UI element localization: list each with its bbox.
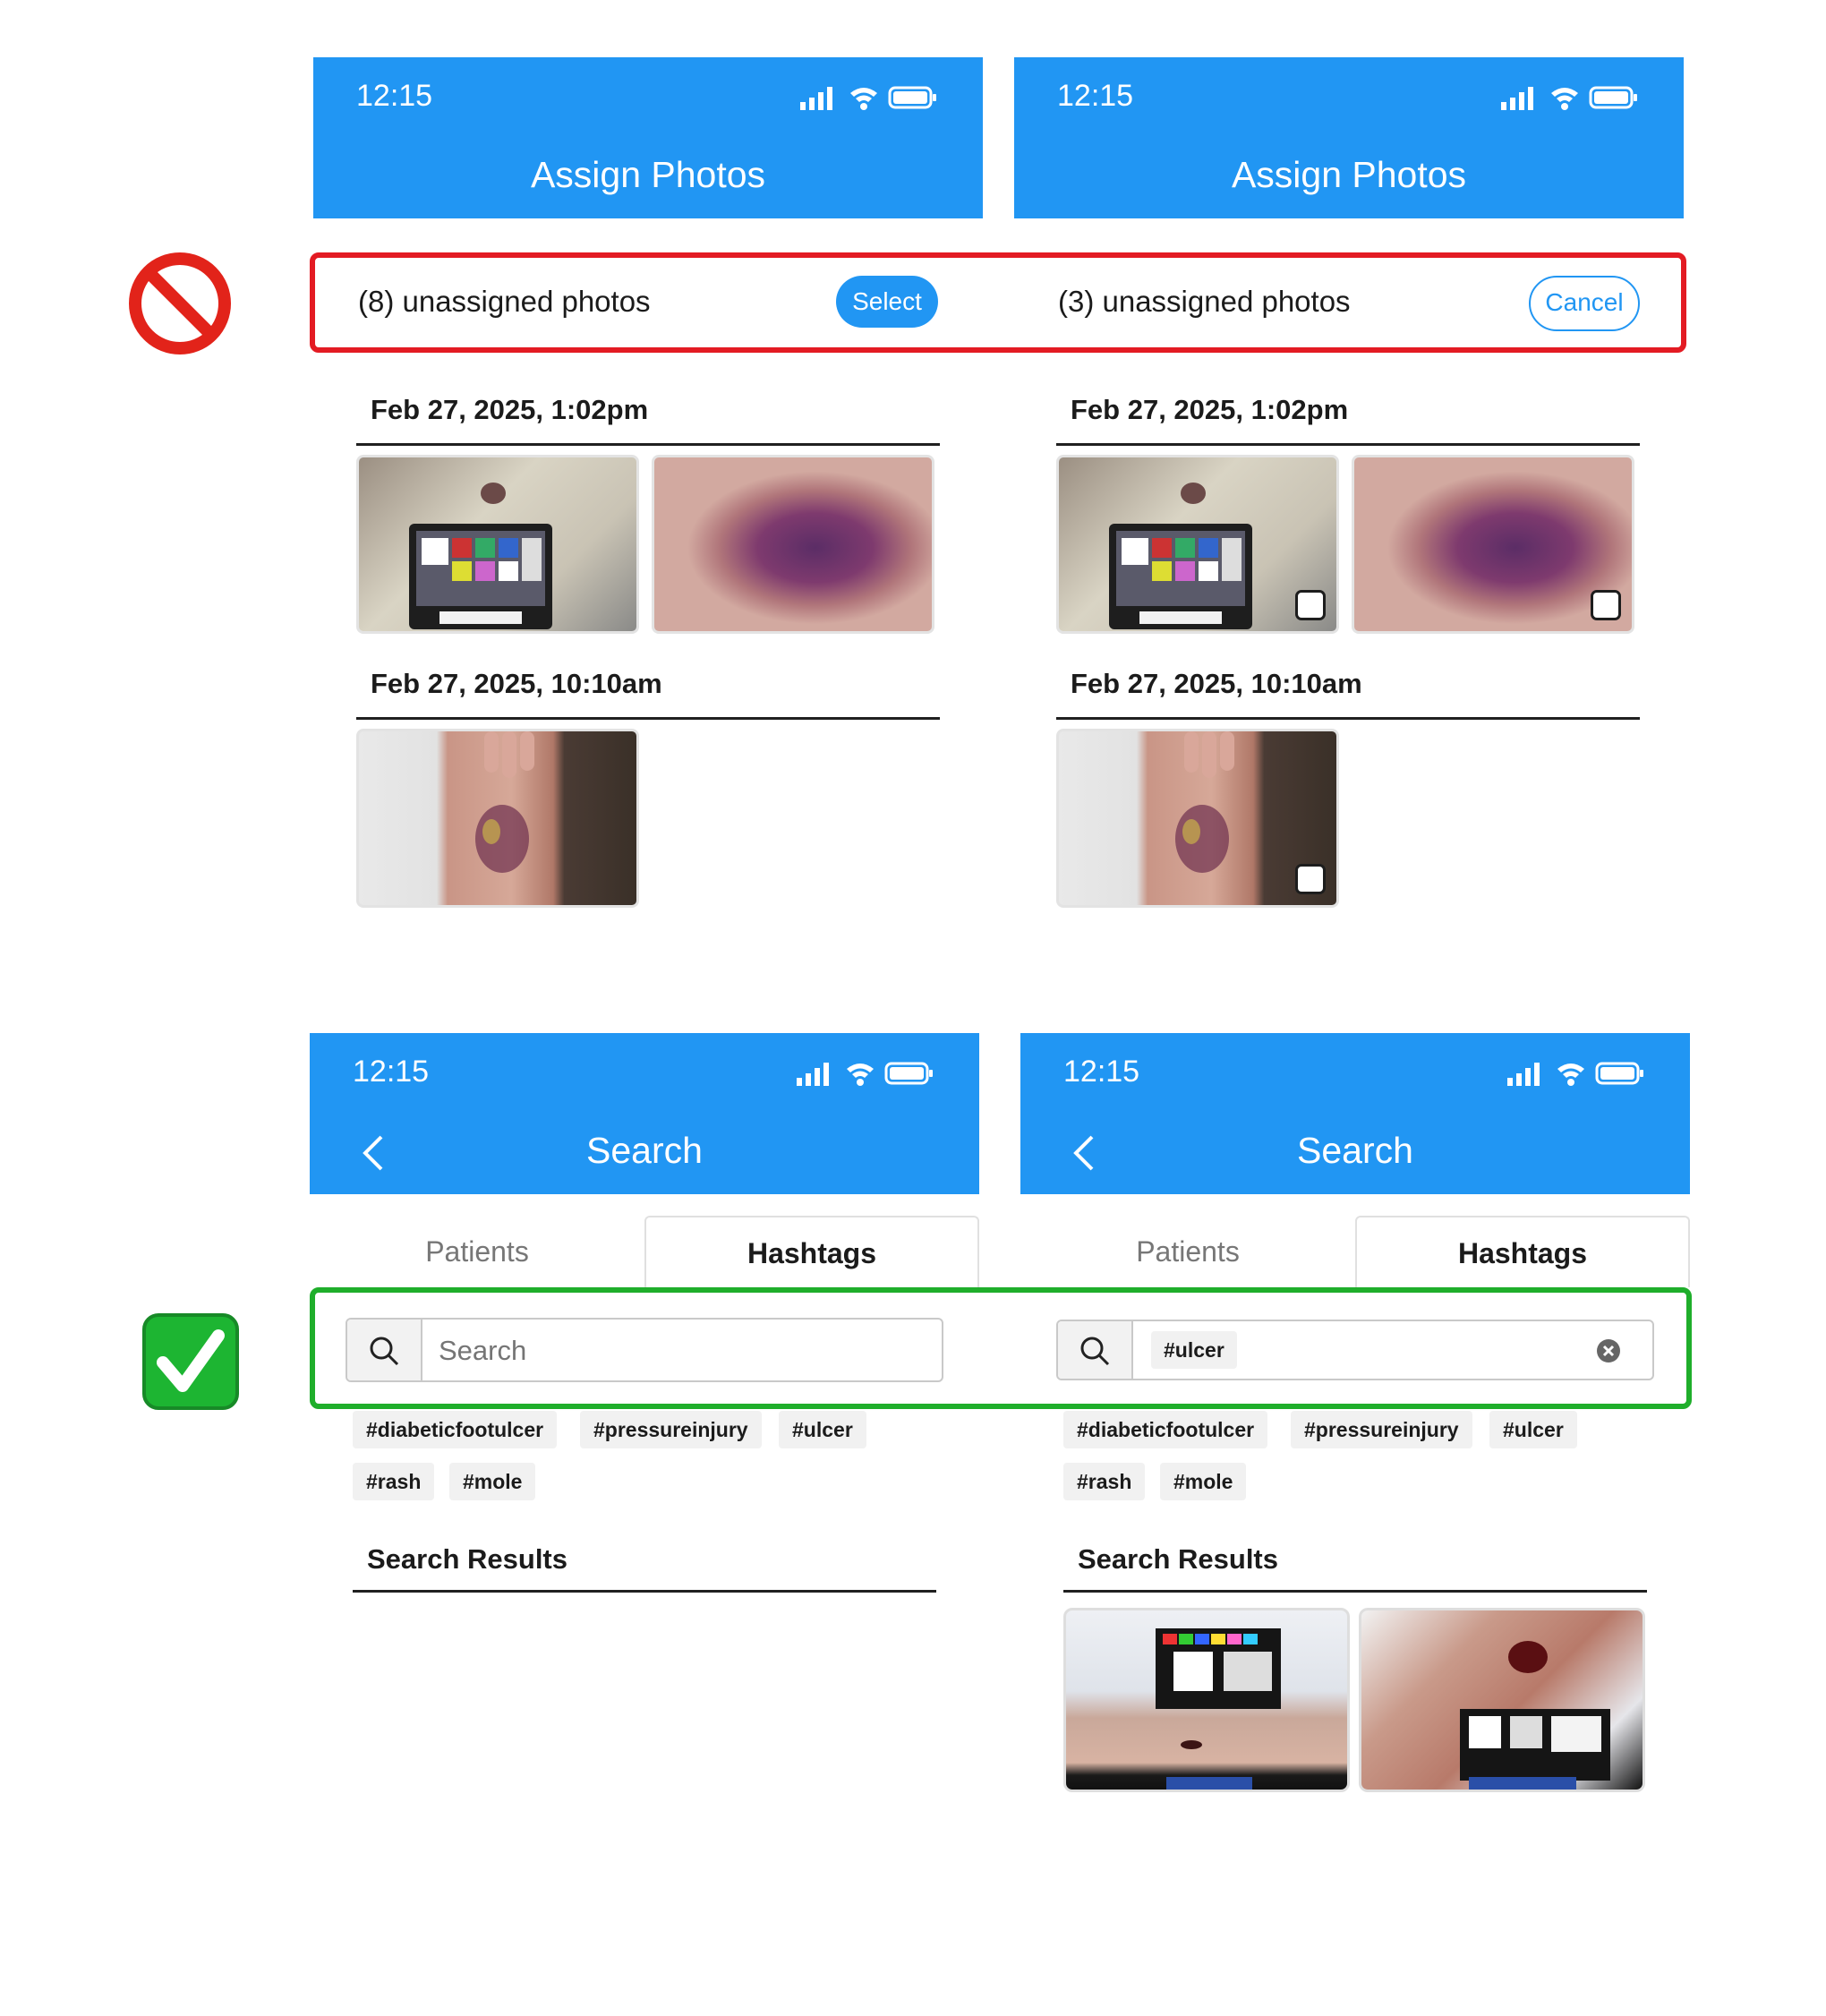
- screen-title: Search: [586, 1130, 703, 1171]
- assign-header-right: 12:15 Assign Photos: [1014, 57, 1684, 218]
- search-tabs: Patients Hashtags: [1020, 1216, 1690, 1287]
- wound-photo[interactable]: [356, 455, 639, 634]
- search-input[interactable]: [437, 1328, 924, 1373]
- hashtag-chip[interactable]: #diabeticfootulcer: [1063, 1411, 1268, 1448]
- hashtag-chip[interactable]: #mole: [449, 1463, 536, 1500]
- hashtag-chip[interactable]: #pressureinjury: [1291, 1411, 1472, 1448]
- wound-photo[interactable]: [652, 455, 934, 634]
- divider: [1063, 1590, 1647, 1593]
- search-tabs: Patients Hashtags: [310, 1216, 979, 1287]
- status-icons: [1507, 1060, 1647, 1087]
- screen-title: Search: [1297, 1130, 1413, 1171]
- hashtag-chip[interactable]: #rash: [1063, 1463, 1146, 1500]
- photo-group-date: Feb 27, 2025, 10:10am: [1071, 668, 1362, 699]
- clear-icon[interactable]: [1597, 1339, 1620, 1363]
- photo-checkbox[interactable]: [1295, 590, 1326, 620]
- unassigned-count: (3) unassigned photos: [1058, 285, 1351, 318]
- check-mark-button-icon: [141, 1312, 240, 1411]
- hashtag-chip[interactable]: #mole: [1160, 1463, 1247, 1500]
- divider: [1056, 443, 1640, 446]
- tab-patients[interactable]: Patients: [1020, 1216, 1355, 1287]
- search-results-heading: Search Results: [1078, 1543, 1278, 1575]
- unassigned-count: (8) unassigned photos: [358, 285, 651, 318]
- search-bar: #ulcer: [1056, 1320, 1654, 1380]
- hashtag-chip[interactable]: #rash: [353, 1463, 435, 1500]
- search-bar: [346, 1318, 943, 1382]
- tab-hashtags[interactable]: Hashtags: [644, 1216, 979, 1287]
- search-icon: [1058, 1321, 1133, 1379]
- hashtag-chip[interactable]: #pressureinjury: [580, 1411, 762, 1448]
- photo-checkbox[interactable]: [1591, 590, 1621, 620]
- search-results-heading: Search Results: [367, 1543, 567, 1575]
- search-result-photo[interactable]: [1063, 1608, 1350, 1792]
- divider: [356, 717, 940, 720]
- search-header-left: 12:15 Search: [310, 1033, 979, 1194]
- wound-photo[interactable]: [1056, 729, 1339, 908]
- tab-patients[interactable]: Patients: [310, 1216, 644, 1287]
- cancel-button[interactable]: Cancel: [1529, 276, 1640, 331]
- divider: [1056, 717, 1640, 720]
- search-token[interactable]: #ulcer: [1151, 1331, 1237, 1369]
- divider: [353, 1590, 936, 1593]
- status-time: 12:15: [356, 79, 433, 113]
- status-icons: [1501, 84, 1641, 111]
- hashtag-chip[interactable]: #ulcer: [1489, 1411, 1577, 1448]
- search-header-right: 12:15 Search: [1020, 1033, 1690, 1194]
- wound-photo[interactable]: [1352, 455, 1634, 634]
- select-button[interactable]: Select: [836, 276, 938, 328]
- photo-group-date: Feb 27, 2025, 10:10am: [371, 668, 662, 699]
- tab-hashtags[interactable]: Hashtags: [1355, 1216, 1690, 1287]
- screen-title: Assign Photos: [1231, 154, 1467, 195]
- status-icons: [800, 84, 940, 111]
- wound-photo[interactable]: [1056, 455, 1339, 634]
- search-result-photo[interactable]: [1359, 1608, 1645, 1792]
- search-icon: [347, 1320, 422, 1380]
- screen-title: Assign Photos: [530, 154, 766, 195]
- wound-photo[interactable]: [356, 729, 639, 908]
- hashtag-chip[interactable]: #ulcer: [779, 1411, 866, 1448]
- status-time: 12:15: [1057, 79, 1134, 113]
- hashtag-chip[interactable]: #diabeticfootulcer: [353, 1411, 558, 1448]
- status-icons: [797, 1060, 936, 1087]
- status-time: 12:15: [1063, 1055, 1140, 1089]
- divider: [356, 443, 940, 446]
- assign-header-left: 12:15 Assign Photos: [313, 57, 983, 218]
- prohibited-icon: [127, 251, 233, 356]
- photo-group-date: Feb 27, 2025, 1:02pm: [371, 394, 649, 425]
- photo-group-date: Feb 27, 2025, 1:02pm: [1071, 394, 1349, 425]
- status-time: 12:15: [353, 1055, 430, 1089]
- photo-checkbox[interactable]: [1295, 864, 1326, 894]
